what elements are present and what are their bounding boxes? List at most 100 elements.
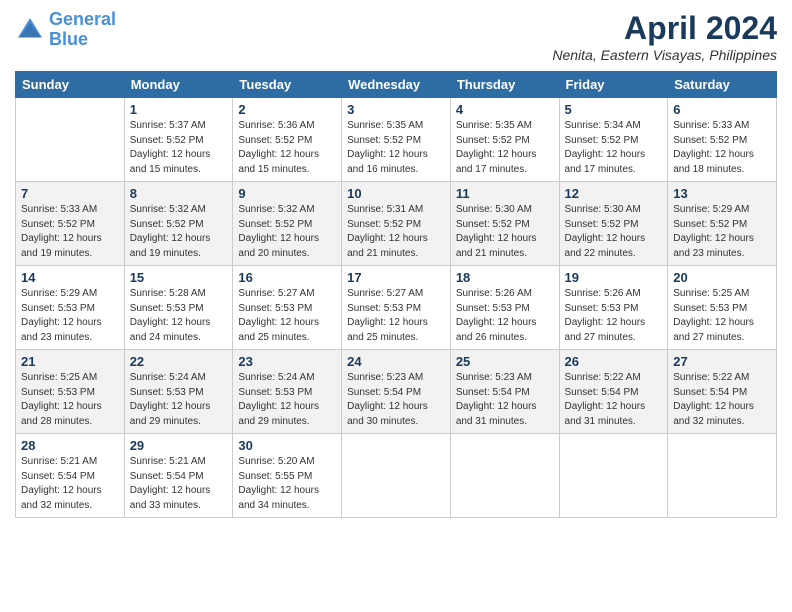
day-info: Sunrise: 5:35 AM Sunset: 5:52 PM Dayligh… bbox=[347, 119, 445, 177]
day-info: Sunrise: 5:20 AM Sunset: 5:55 PM Dayligh… bbox=[238, 455, 336, 513]
weekday-header: Sunday bbox=[16, 72, 125, 98]
day-number: 4 bbox=[456, 102, 554, 117]
logo: General Blue bbox=[15, 10, 116, 50]
day-number: 6 bbox=[673, 102, 771, 117]
day-number: 27 bbox=[673, 354, 771, 369]
calendar-cell bbox=[342, 434, 451, 518]
day-number: 28 bbox=[21, 438, 119, 453]
day-info: Sunrise: 5:22 AM Sunset: 5:54 PM Dayligh… bbox=[565, 371, 663, 429]
day-number: 14 bbox=[21, 270, 119, 285]
day-number: 29 bbox=[130, 438, 228, 453]
day-info: Sunrise: 5:32 AM Sunset: 5:52 PM Dayligh… bbox=[130, 203, 228, 261]
day-number: 9 bbox=[238, 186, 336, 201]
month-title: April 2024 bbox=[552, 10, 777, 47]
day-number: 8 bbox=[130, 186, 228, 201]
day-info: Sunrise: 5:23 AM Sunset: 5:54 PM Dayligh… bbox=[347, 371, 445, 429]
day-number: 26 bbox=[565, 354, 663, 369]
calendar-cell bbox=[559, 434, 668, 518]
day-number: 30 bbox=[238, 438, 336, 453]
day-number: 12 bbox=[565, 186, 663, 201]
calendar-week-row: 7 Sunrise: 5:33 AM Sunset: 5:52 PM Daylig… bbox=[16, 182, 777, 266]
day-number: 10 bbox=[347, 186, 445, 201]
day-info: Sunrise: 5:28 AM Sunset: 5:53 PM Dayligh… bbox=[130, 287, 228, 345]
calendar-header-row: SundayMondayTuesdayWednesdayThursdayFrid… bbox=[16, 72, 777, 98]
weekday-header: Wednesday bbox=[342, 72, 451, 98]
day-info: Sunrise: 5:33 AM Sunset: 5:52 PM Dayligh… bbox=[21, 203, 119, 261]
page: General Blue April 2024 Nenita, Eastern … bbox=[0, 0, 792, 612]
calendar-table: SundayMondayTuesdayWednesdayThursdayFrid… bbox=[15, 71, 777, 518]
calendar-cell: 3 Sunrise: 5:35 AM Sunset: 5:52 PM Daylig… bbox=[342, 98, 451, 182]
day-info: Sunrise: 5:37 AM Sunset: 5:52 PM Dayligh… bbox=[130, 119, 228, 177]
logo-icon bbox=[15, 15, 45, 45]
calendar-week-row: 1 Sunrise: 5:37 AM Sunset: 5:52 PM Daylig… bbox=[16, 98, 777, 182]
day-info: Sunrise: 5:29 AM Sunset: 5:52 PM Dayligh… bbox=[673, 203, 771, 261]
weekday-header: Friday bbox=[559, 72, 668, 98]
calendar-cell: 13Sunrise: 5:29 AM Sunset: 5:52 PM Dayli… bbox=[668, 182, 777, 266]
day-number: 25 bbox=[456, 354, 554, 369]
day-info: Sunrise: 5:25 AM Sunset: 5:53 PM Dayligh… bbox=[21, 371, 119, 429]
calendar-cell: 24 Sunrise: 5:23 AM Sunset: 5:54 PM Dayli… bbox=[342, 350, 451, 434]
day-info: Sunrise: 5:24 AM Sunset: 5:53 PM Dayligh… bbox=[238, 371, 336, 429]
header: General Blue April 2024 Nenita, Eastern … bbox=[15, 10, 777, 63]
calendar-cell: 26 Sunrise: 5:22 AM Sunset: 5:54 PM Dayli… bbox=[559, 350, 668, 434]
day-info: Sunrise: 5:22 AM Sunset: 5:54 PM Dayligh… bbox=[673, 371, 771, 429]
day-number: 17 bbox=[347, 270, 445, 285]
day-number: 2 bbox=[238, 102, 336, 117]
day-number: 11 bbox=[456, 186, 554, 201]
calendar-cell: 2 Sunrise: 5:36 AM Sunset: 5:52 PM Daylig… bbox=[233, 98, 342, 182]
day-number: 7 bbox=[21, 186, 119, 201]
calendar-cell: 8 Sunrise: 5:32 AM Sunset: 5:52 PM Daylig… bbox=[124, 182, 233, 266]
logo-text: General Blue bbox=[49, 10, 116, 50]
calendar-week-row: 21Sunrise: 5:25 AM Sunset: 5:53 PM Dayli… bbox=[16, 350, 777, 434]
day-number: 19 bbox=[565, 270, 663, 285]
day-number: 24 bbox=[347, 354, 445, 369]
calendar-cell: 28 Sunrise: 5:21 AM Sunset: 5:54 PM Dayli… bbox=[16, 434, 125, 518]
day-number: 5 bbox=[565, 102, 663, 117]
day-info: Sunrise: 5:27 AM Sunset: 5:53 PM Dayligh… bbox=[347, 287, 445, 345]
calendar-cell: 19 Sunrise: 5:26 AM Sunset: 5:53 PM Dayli… bbox=[559, 266, 668, 350]
title-block: April 2024 Nenita, Eastern Visayas, Phil… bbox=[552, 10, 777, 63]
day-info: Sunrise: 5:23 AM Sunset: 5:54 PM Dayligh… bbox=[456, 371, 554, 429]
location: Nenita, Eastern Visayas, Philippines bbox=[552, 47, 777, 63]
weekday-header: Monday bbox=[124, 72, 233, 98]
calendar-cell: 20Sunrise: 5:25 AM Sunset: 5:53 PM Dayli… bbox=[668, 266, 777, 350]
day-number: 1 bbox=[130, 102, 228, 117]
day-info: Sunrise: 5:29 AM Sunset: 5:53 PM Dayligh… bbox=[21, 287, 119, 345]
day-info: Sunrise: 5:31 AM Sunset: 5:52 PM Dayligh… bbox=[347, 203, 445, 261]
calendar-cell: 1 Sunrise: 5:37 AM Sunset: 5:52 PM Daylig… bbox=[124, 98, 233, 182]
calendar-cell bbox=[450, 434, 559, 518]
calendar-cell: 4 Sunrise: 5:35 AM Sunset: 5:52 PM Daylig… bbox=[450, 98, 559, 182]
day-number: 20 bbox=[673, 270, 771, 285]
calendar-cell: 27 Sunrise: 5:22 AM Sunset: 5:54 PM Dayli… bbox=[668, 350, 777, 434]
day-number: 18 bbox=[456, 270, 554, 285]
calendar-cell: 5 Sunrise: 5:34 AM Sunset: 5:52 PM Daylig… bbox=[559, 98, 668, 182]
weekday-header: Thursday bbox=[450, 72, 559, 98]
day-info: Sunrise: 5:21 AM Sunset: 5:54 PM Dayligh… bbox=[130, 455, 228, 513]
calendar-cell: 9Sunrise: 5:32 AM Sunset: 5:52 PM Daylig… bbox=[233, 182, 342, 266]
day-info: Sunrise: 5:21 AM Sunset: 5:54 PM Dayligh… bbox=[21, 455, 119, 513]
day-info: Sunrise: 5:34 AM Sunset: 5:52 PM Dayligh… bbox=[565, 119, 663, 177]
calendar-cell: 10 Sunrise: 5:31 AM Sunset: 5:52 PM Dayli… bbox=[342, 182, 451, 266]
day-info: Sunrise: 5:24 AM Sunset: 5:53 PM Dayligh… bbox=[130, 371, 228, 429]
day-info: Sunrise: 5:30 AM Sunset: 5:52 PM Dayligh… bbox=[565, 203, 663, 261]
calendar-cell: 6 Sunrise: 5:33 AM Sunset: 5:52 PM Daylig… bbox=[668, 98, 777, 182]
calendar-cell: 21Sunrise: 5:25 AM Sunset: 5:53 PM Dayli… bbox=[16, 350, 125, 434]
day-number: 22 bbox=[130, 354, 228, 369]
calendar-cell bbox=[16, 98, 125, 182]
calendar-week-row: 28 Sunrise: 5:21 AM Sunset: 5:54 PM Dayli… bbox=[16, 434, 777, 518]
day-info: Sunrise: 5:33 AM Sunset: 5:52 PM Dayligh… bbox=[673, 119, 771, 177]
calendar-cell: 14 Sunrise: 5:29 AM Sunset: 5:53 PM Dayli… bbox=[16, 266, 125, 350]
day-info: Sunrise: 5:26 AM Sunset: 5:53 PM Dayligh… bbox=[456, 287, 554, 345]
day-info: Sunrise: 5:36 AM Sunset: 5:52 PM Dayligh… bbox=[238, 119, 336, 177]
day-number: 3 bbox=[347, 102, 445, 117]
calendar-cell: 12 Sunrise: 5:30 AM Sunset: 5:52 PM Dayli… bbox=[559, 182, 668, 266]
day-info: Sunrise: 5:26 AM Sunset: 5:53 PM Dayligh… bbox=[565, 287, 663, 345]
weekday-header: Tuesday bbox=[233, 72, 342, 98]
calendar-cell: 15Sunrise: 5:28 AM Sunset: 5:53 PM Dayli… bbox=[124, 266, 233, 350]
calendar-cell: 23Sunrise: 5:24 AM Sunset: 5:53 PM Dayli… bbox=[233, 350, 342, 434]
calendar-cell: 17 Sunrise: 5:27 AM Sunset: 5:53 PM Dayli… bbox=[342, 266, 451, 350]
logo-line2: Blue bbox=[49, 29, 88, 49]
day-info: Sunrise: 5:35 AM Sunset: 5:52 PM Dayligh… bbox=[456, 119, 554, 177]
day-number: 16 bbox=[238, 270, 336, 285]
calendar-body: 1 Sunrise: 5:37 AM Sunset: 5:52 PM Daylig… bbox=[16, 98, 777, 518]
